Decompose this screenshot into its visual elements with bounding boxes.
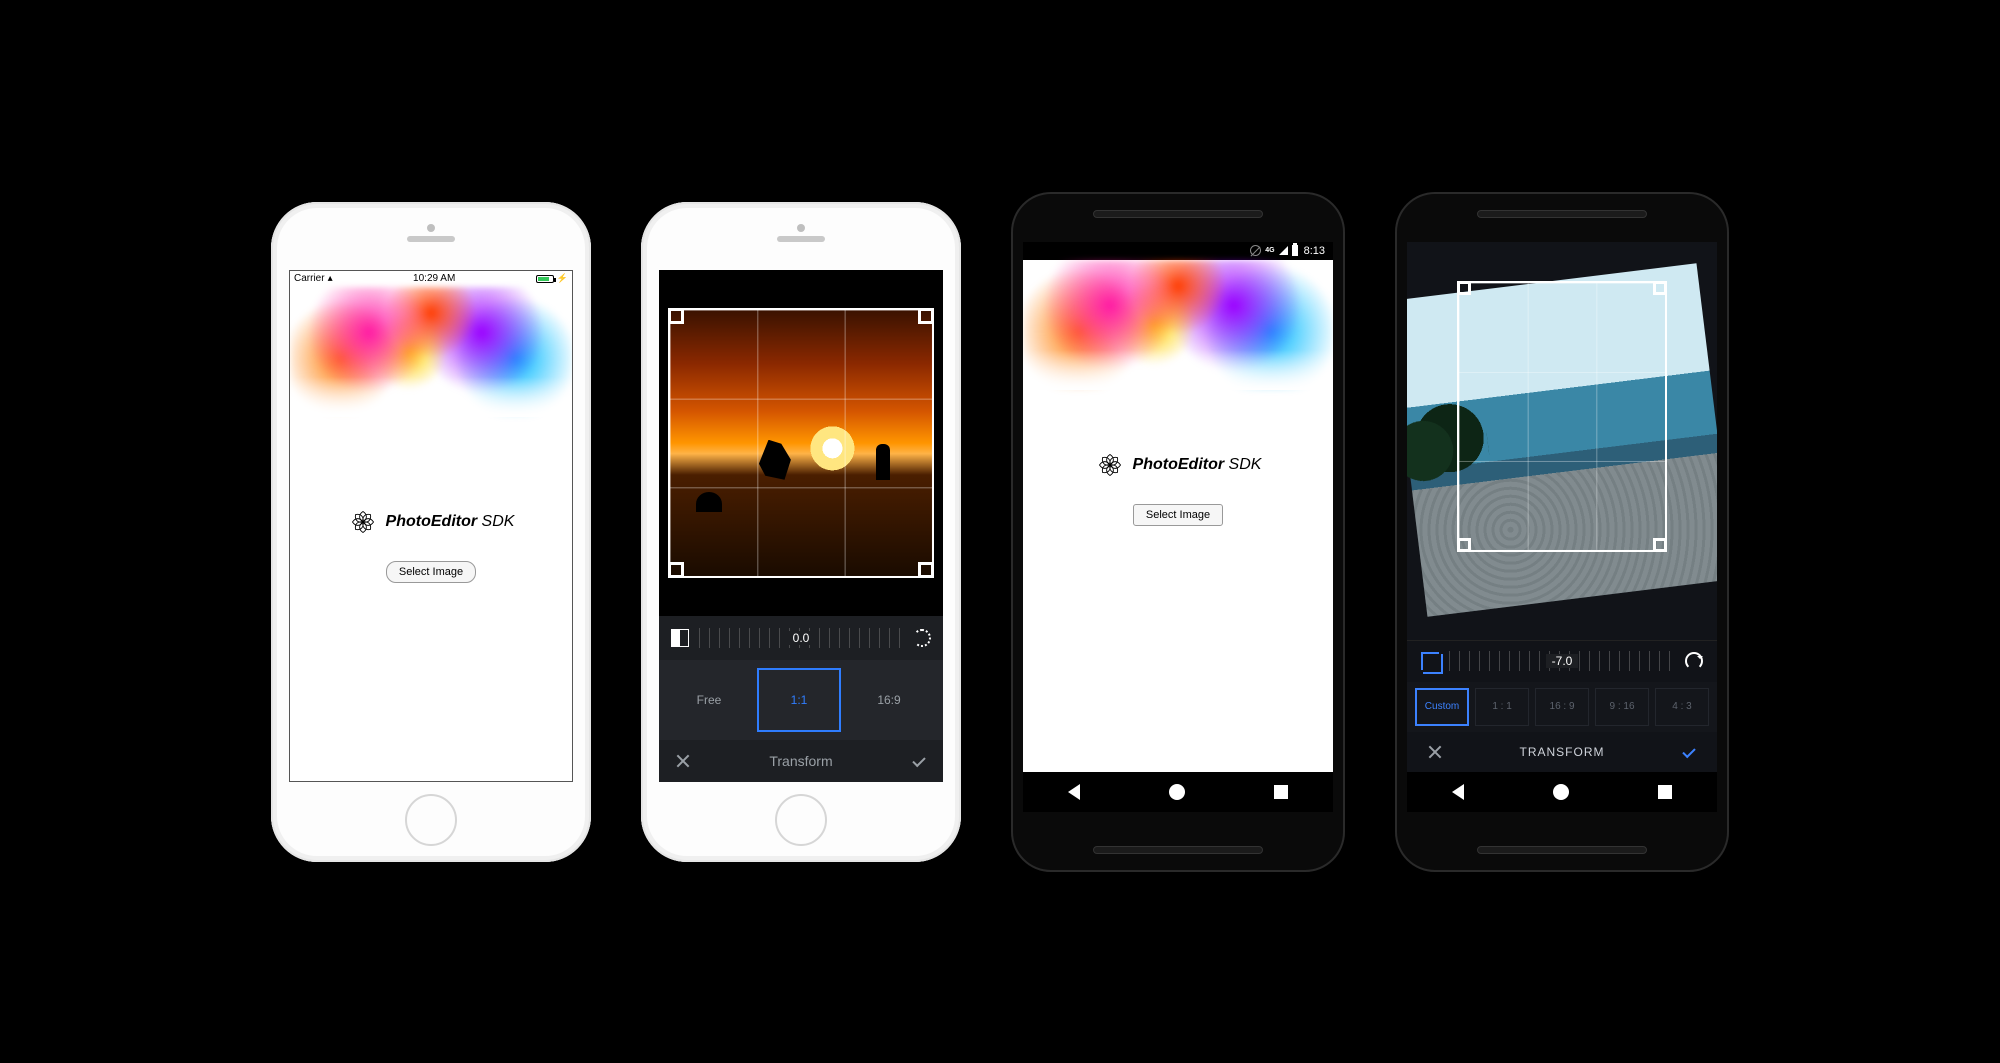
crop-handle-bl[interactable] <box>668 562 684 578</box>
android-recents-button[interactable] <box>1274 785 1288 799</box>
android-recents-button[interactable] <box>1658 785 1672 799</box>
ratio-1-1[interactable]: 1 : 1 <box>1475 688 1529 726</box>
ios-transform-screen: 0.0 Free 1:1 16:9 Transform <box>659 270 943 782</box>
crop-grid <box>670 310 933 576</box>
select-image-button[interactable]: Select Image <box>1133 504 1223 526</box>
iphone-speaker <box>407 236 455 242</box>
confirm-icon[interactable] <box>1681 744 1697 760</box>
android-speaker-bottom <box>1477 846 1647 854</box>
iphone-home-button[interactable] <box>775 794 827 846</box>
android-clock: 8:13 <box>1304 245 1325 257</box>
android-home-button[interactable] <box>1553 784 1569 800</box>
crop-handle-tr[interactable] <box>1653 281 1667 295</box>
ratio-free[interactable]: Free <box>669 670 749 730</box>
sdk-logo-block: PhotoEditor SDK <box>1023 450 1333 480</box>
cancel-icon[interactable] <box>675 753 691 769</box>
screen-title: TRANSFORM <box>1520 745 1605 759</box>
ratio-9-16[interactable]: 9 : 16 <box>1595 688 1649 726</box>
crop-handle-tl[interactable] <box>1457 281 1471 295</box>
battery-icon <box>1292 245 1298 256</box>
clock: 10:29 AM <box>413 273 455 284</box>
crop-frame[interactable] <box>1457 281 1668 552</box>
iphone-camera <box>427 224 435 232</box>
flip-icon[interactable] <box>671 629 689 647</box>
angle-scale[interactable]: 0.0 <box>699 628 903 648</box>
android-frame-splash: 4G 8:13 <box>1011 192 1345 872</box>
network-4g-label: 4G <box>1265 247 1274 254</box>
photo-sunset[interactable] <box>668 308 935 578</box>
ratio-16-9[interactable]: 16 : 9 <box>1535 688 1589 726</box>
sdk-title: PhotoEditor SDK <box>386 513 515 531</box>
flower-icon <box>1095 450 1125 480</box>
crop-handle-tl[interactable] <box>668 308 684 324</box>
iphone-speaker <box>777 236 825 242</box>
iphone-home-button[interactable] <box>405 794 457 846</box>
android-speaker-top <box>1093 210 1263 218</box>
screen-title: Transform <box>769 753 832 769</box>
ratio-16-9[interactable]: 16:9 <box>849 670 929 730</box>
iphone-frame-splash: Carrier ▴ 10:29 AM ⚡ <box>271 202 591 862</box>
angle-dial-row: 0.0 <box>659 616 943 660</box>
android-status-bar: 4G 8:13 <box>1023 242 1333 260</box>
crop-handle-br[interactable] <box>1653 538 1667 552</box>
android-nav-bar <box>1023 772 1333 812</box>
rotate-90-icon[interactable] <box>1685 652 1703 670</box>
sdk-logo-block: PhotoEditor SDK <box>290 507 572 537</box>
splash-fade <box>290 377 572 417</box>
crop-icon[interactable] <box>1421 652 1439 670</box>
crop-handle-tr[interactable] <box>918 308 934 324</box>
ios-splash-screen: Carrier ▴ 10:29 AM ⚡ <box>289 270 573 782</box>
crop-handle-bl[interactable] <box>1457 538 1471 552</box>
android-back-button[interactable] <box>1452 784 1464 800</box>
bottom-toolbar: TRANSFORM <box>1407 732 1717 772</box>
android-speaker-bottom <box>1093 846 1263 854</box>
android-speaker-top <box>1477 210 1647 218</box>
ratio-1-1[interactable]: 1:1 <box>759 670 839 730</box>
wifi-icon: ▴ <box>328 273 333 284</box>
android-frame-transform: -7.0 Custom 1 : 1 16 : 9 9 : 16 4 : 3 TR… <box>1395 192 1729 872</box>
angle-dial-row: -7.0 <box>1407 640 1717 682</box>
ios-status-bar: Carrier ▴ 10:29 AM ⚡ <box>290 271 572 287</box>
cancel-icon[interactable] <box>1427 744 1443 760</box>
ratio-custom[interactable]: Custom <box>1415 688 1469 726</box>
rotate-90-icon[interactable] <box>913 629 931 647</box>
signal-icon <box>1279 246 1288 255</box>
angle-scale[interactable]: -7.0 <box>1449 651 1675 671</box>
charging-icon: ⚡ <box>557 273 568 284</box>
iphone-camera <box>797 224 805 232</box>
ratio-4-3[interactable]: 4 : 3 <box>1655 688 1709 726</box>
iphone-frame-transform: 0.0 Free 1:1 16:9 Transform <box>641 202 961 862</box>
android-transform-screen: -7.0 Custom 1 : 1 16 : 9 9 : 16 4 : 3 TR… <box>1407 242 1717 812</box>
bottom-toolbar: Transform <box>659 740 943 782</box>
select-image-button[interactable]: Select Image <box>386 561 476 583</box>
crop-handle-br[interactable] <box>918 562 934 578</box>
android-home-button[interactable] <box>1169 784 1185 800</box>
aspect-ratio-row: Custom 1 : 1 16 : 9 9 : 16 4 : 3 <box>1407 682 1717 732</box>
sdk-title: PhotoEditor SDK <box>1133 456 1262 474</box>
android-back-button[interactable] <box>1068 784 1080 800</box>
angle-value: 0.0 <box>787 631 816 645</box>
crop-canvas[interactable] <box>1407 242 1717 640</box>
splash-fade <box>1023 350 1333 390</box>
no-signal-icon <box>1250 245 1261 256</box>
battery-icon <box>536 275 554 283</box>
aspect-ratio-row: Free 1:1 16:9 <box>659 660 943 740</box>
android-nav-bar <box>1407 772 1717 812</box>
android-splash-screen: 4G 8:13 <box>1023 242 1333 812</box>
crop-canvas[interactable] <box>659 270 943 616</box>
carrier-label: Carrier <box>294 273 325 284</box>
flower-icon <box>348 507 378 537</box>
angle-value: -7.0 <box>1546 654 1579 668</box>
confirm-icon[interactable] <box>911 753 927 769</box>
